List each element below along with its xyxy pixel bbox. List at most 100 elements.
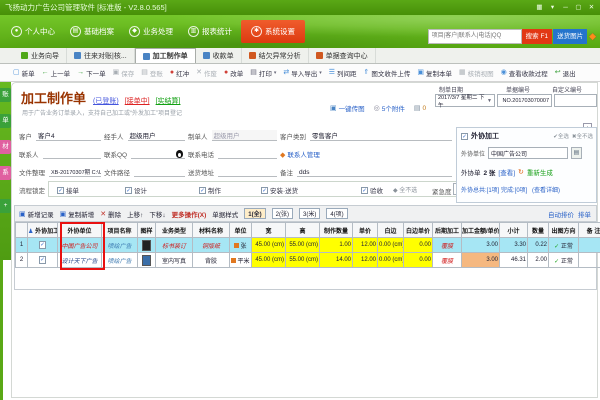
form-field-value[interactable]: 超级用户 [128, 130, 186, 141]
form-field-value[interactable]: 客户4 [36, 130, 101, 141]
grid-cell[interactable] [138, 253, 156, 268]
deselect-all-link[interactable]: ◆ 全不选 [393, 185, 417, 194]
process-step-checkbox[interactable]: ✓ [361, 187, 368, 194]
form-field-value[interactable] [218, 176, 277, 177]
toolbar-button-exit[interactable]: ↩退出 [555, 68, 576, 78]
grid-cell[interactable]: 3.00 [462, 253, 500, 268]
menu-item[interactable]: ◆业务处理 [123, 23, 179, 40]
grid-cell[interactable]: 3.00 [462, 238, 500, 253]
grid-cell[interactable] [579, 253, 600, 268]
make-date-combobox[interactable]: 2017/3/7 星期二 下午 ▼ [435, 94, 495, 107]
grid-cell[interactable]: 设计天下广告 [58, 253, 102, 268]
menu-item[interactable]: ●个人中心 [5, 23, 61, 40]
sidebar-tab[interactable]: 系 [0, 166, 11, 180]
menu-item[interactable]: ▤基础档案 [64, 23, 120, 40]
custom-no-field[interactable] [554, 94, 597, 107]
process-step-checkbox[interactable]: ✓ [199, 187, 206, 194]
form-field-value[interactable]: dds [297, 169, 452, 177]
view-outsource-orders-link[interactable]: [查看] [498, 167, 515, 177]
select-none-link[interactable]: ✖全不选 [572, 132, 593, 140]
toolbar-button-upload[interactable]: ⇑图文收件上传 [364, 68, 411, 78]
grid-cell[interactable]: 背胶 [193, 253, 230, 268]
grid-view-tab[interactable]: 4(项) [326, 208, 347, 219]
doc-tab[interactable]: 收款单 [196, 48, 242, 63]
sidebar-tab[interactable]: 单 [0, 114, 11, 128]
grid-view-tab[interactable]: 3(米) [299, 208, 320, 219]
status-link[interactable]: (已登账) [93, 98, 119, 105]
toolbar-button-import-export[interactable]: ⇄导入导出▾ [283, 68, 321, 78]
grid-cell[interactable]: 标书装订 [156, 238, 193, 253]
toolbar-button-payment-history[interactable]: ◉查看收款过程 [501, 68, 548, 78]
grid-cell[interactable]: 中国广告公司 [58, 238, 102, 253]
grid-toolbar-button[interactable]: ▣新增记录 [19, 209, 54, 219]
toolbar-button-new-doc[interactable]: ▢新单 [13, 68, 35, 78]
grid-cell[interactable]: 3.30 [500, 238, 528, 253]
grid-cell[interactable]: 0.00 [404, 238, 433, 253]
print-count[interactable]: ▤ 0 [414, 104, 426, 112]
grid-cell[interactable]: ✓ 正常 [549, 238, 579, 253]
grid-cell[interactable]: 2 [16, 253, 28, 268]
doc-no-field[interactable]: NO.201703070007 [497, 94, 552, 107]
grid-cell[interactable]: 14.00 [320, 253, 353, 268]
grid-view-tab[interactable]: 1(全) [244, 208, 265, 219]
doc-tab[interactable]: 单据查询中心 [309, 48, 376, 63]
grid-view-tab[interactable]: 2(张) [272, 208, 293, 219]
toolbar-button-copy-doc[interactable]: ▣复制本单 [417, 68, 452, 78]
minimize-icon[interactable]: ─ [560, 0, 571, 15]
view-detail-link[interactable]: (查看详细) [532, 188, 560, 194]
grid-cell[interactable]: 平米 [230, 253, 252, 268]
status-link[interactable]: [实结算] [156, 98, 181, 105]
regenerate-link[interactable]: 重新生成 [527, 167, 553, 177]
grid-toolbar-button[interactable]: ▣复制新增 [60, 209, 95, 219]
row-outsource-checkbox[interactable]: ✓ [39, 256, 46, 264]
doc-tab[interactable]: 往来对账|核... [67, 48, 135, 63]
grid-cell[interactable]: 55.00 (cm) [286, 253, 320, 268]
process-step-checkbox[interactable]: ✓ [57, 187, 64, 194]
grid-cell[interactable]: 喷绘广告 [102, 253, 138, 268]
grid-cell[interactable] [138, 238, 156, 253]
grid-cell[interactable]: 张 [230, 238, 252, 253]
image-thumbnail[interactable] [142, 240, 151, 251]
grid-cell[interactable]: 12.00 [353, 253, 378, 268]
sidebar-tab[interactable]: 账 [0, 88, 11, 102]
toolbar-button-next[interactable]: →下一单 [77, 68, 106, 78]
search-input[interactable] [428, 29, 522, 44]
outsource-unit-browse-button[interactable]: ▤ [571, 147, 582, 159]
sidebar-tab[interactable]: + [0, 199, 11, 213]
grid-cell[interactable]: 0.22 [528, 238, 549, 253]
grid-right-link[interactable]: 排单 [578, 209, 591, 219]
form-field-value[interactable] [43, 158, 102, 159]
grid-cell[interactable]: 12.00 [353, 238, 378, 253]
form-field-value[interactable] [131, 150, 185, 159]
image-thumbnail[interactable] [142, 255, 151, 266]
grid-right-link[interactable]: 自动排价 [548, 209, 574, 219]
delivery-image-button[interactable]: 送货图片 [553, 29, 587, 44]
process-step-checkbox[interactable]: ✓ [125, 187, 132, 194]
process-step-checkbox[interactable]: ✓ [261, 187, 268, 194]
toolbar-button-red-flush[interactable]: ●红冲 [170, 68, 189, 78]
form-field-value[interactable] [218, 158, 277, 159]
one-click-upload-link[interactable]: ▣ 一键传图 [330, 103, 365, 113]
doc-tab[interactable]: 加工制作单 [135, 48, 196, 63]
grid-toolbar-button[interactable]: 上移↑ [127, 209, 143, 219]
grid-cell[interactable]: ✓ [28, 238, 58, 253]
form-field-value[interactable]: 零售客户 [310, 130, 452, 141]
toolbar-button-print[interactable]: ▤打印▾ [250, 68, 276, 78]
grid-cell[interactable]: 0.00 (cm) [378, 238, 404, 253]
sidebar-tab[interactable]: 材 [0, 140, 11, 154]
outsource-unit-combobox[interactable]: 中国广告公司 [488, 147, 568, 159]
grid-cell[interactable]: 喷绘广告 [102, 238, 138, 253]
grid-toolbar-button[interactable]: 更多操作(X) [172, 209, 207, 219]
search-button[interactable]: 搜索 F1 [522, 29, 552, 44]
attachments-link[interactable]: ◎ 5个附件 [374, 103, 405, 113]
toolbar-button-edit-doc[interactable]: ●改单 [224, 68, 243, 78]
grid-cell[interactable]: 45.00 (cm) [252, 238, 286, 253]
grid-cell[interactable]: 45.00 (cm) [252, 253, 286, 268]
grid-cell[interactable]: 0.00 [404, 253, 433, 268]
grid-cell[interactable] [579, 238, 600, 253]
row-outsource-checkbox[interactable]: ✓ [39, 241, 46, 249]
select-all-link[interactable]: ✔全选 [553, 132, 569, 140]
maximize-icon[interactable]: ▢ [573, 0, 584, 15]
apps-icon[interactable]: ▦ [534, 0, 545, 15]
form-field-value[interactable]: XB-20170307期 C:\Users [49, 168, 101, 177]
